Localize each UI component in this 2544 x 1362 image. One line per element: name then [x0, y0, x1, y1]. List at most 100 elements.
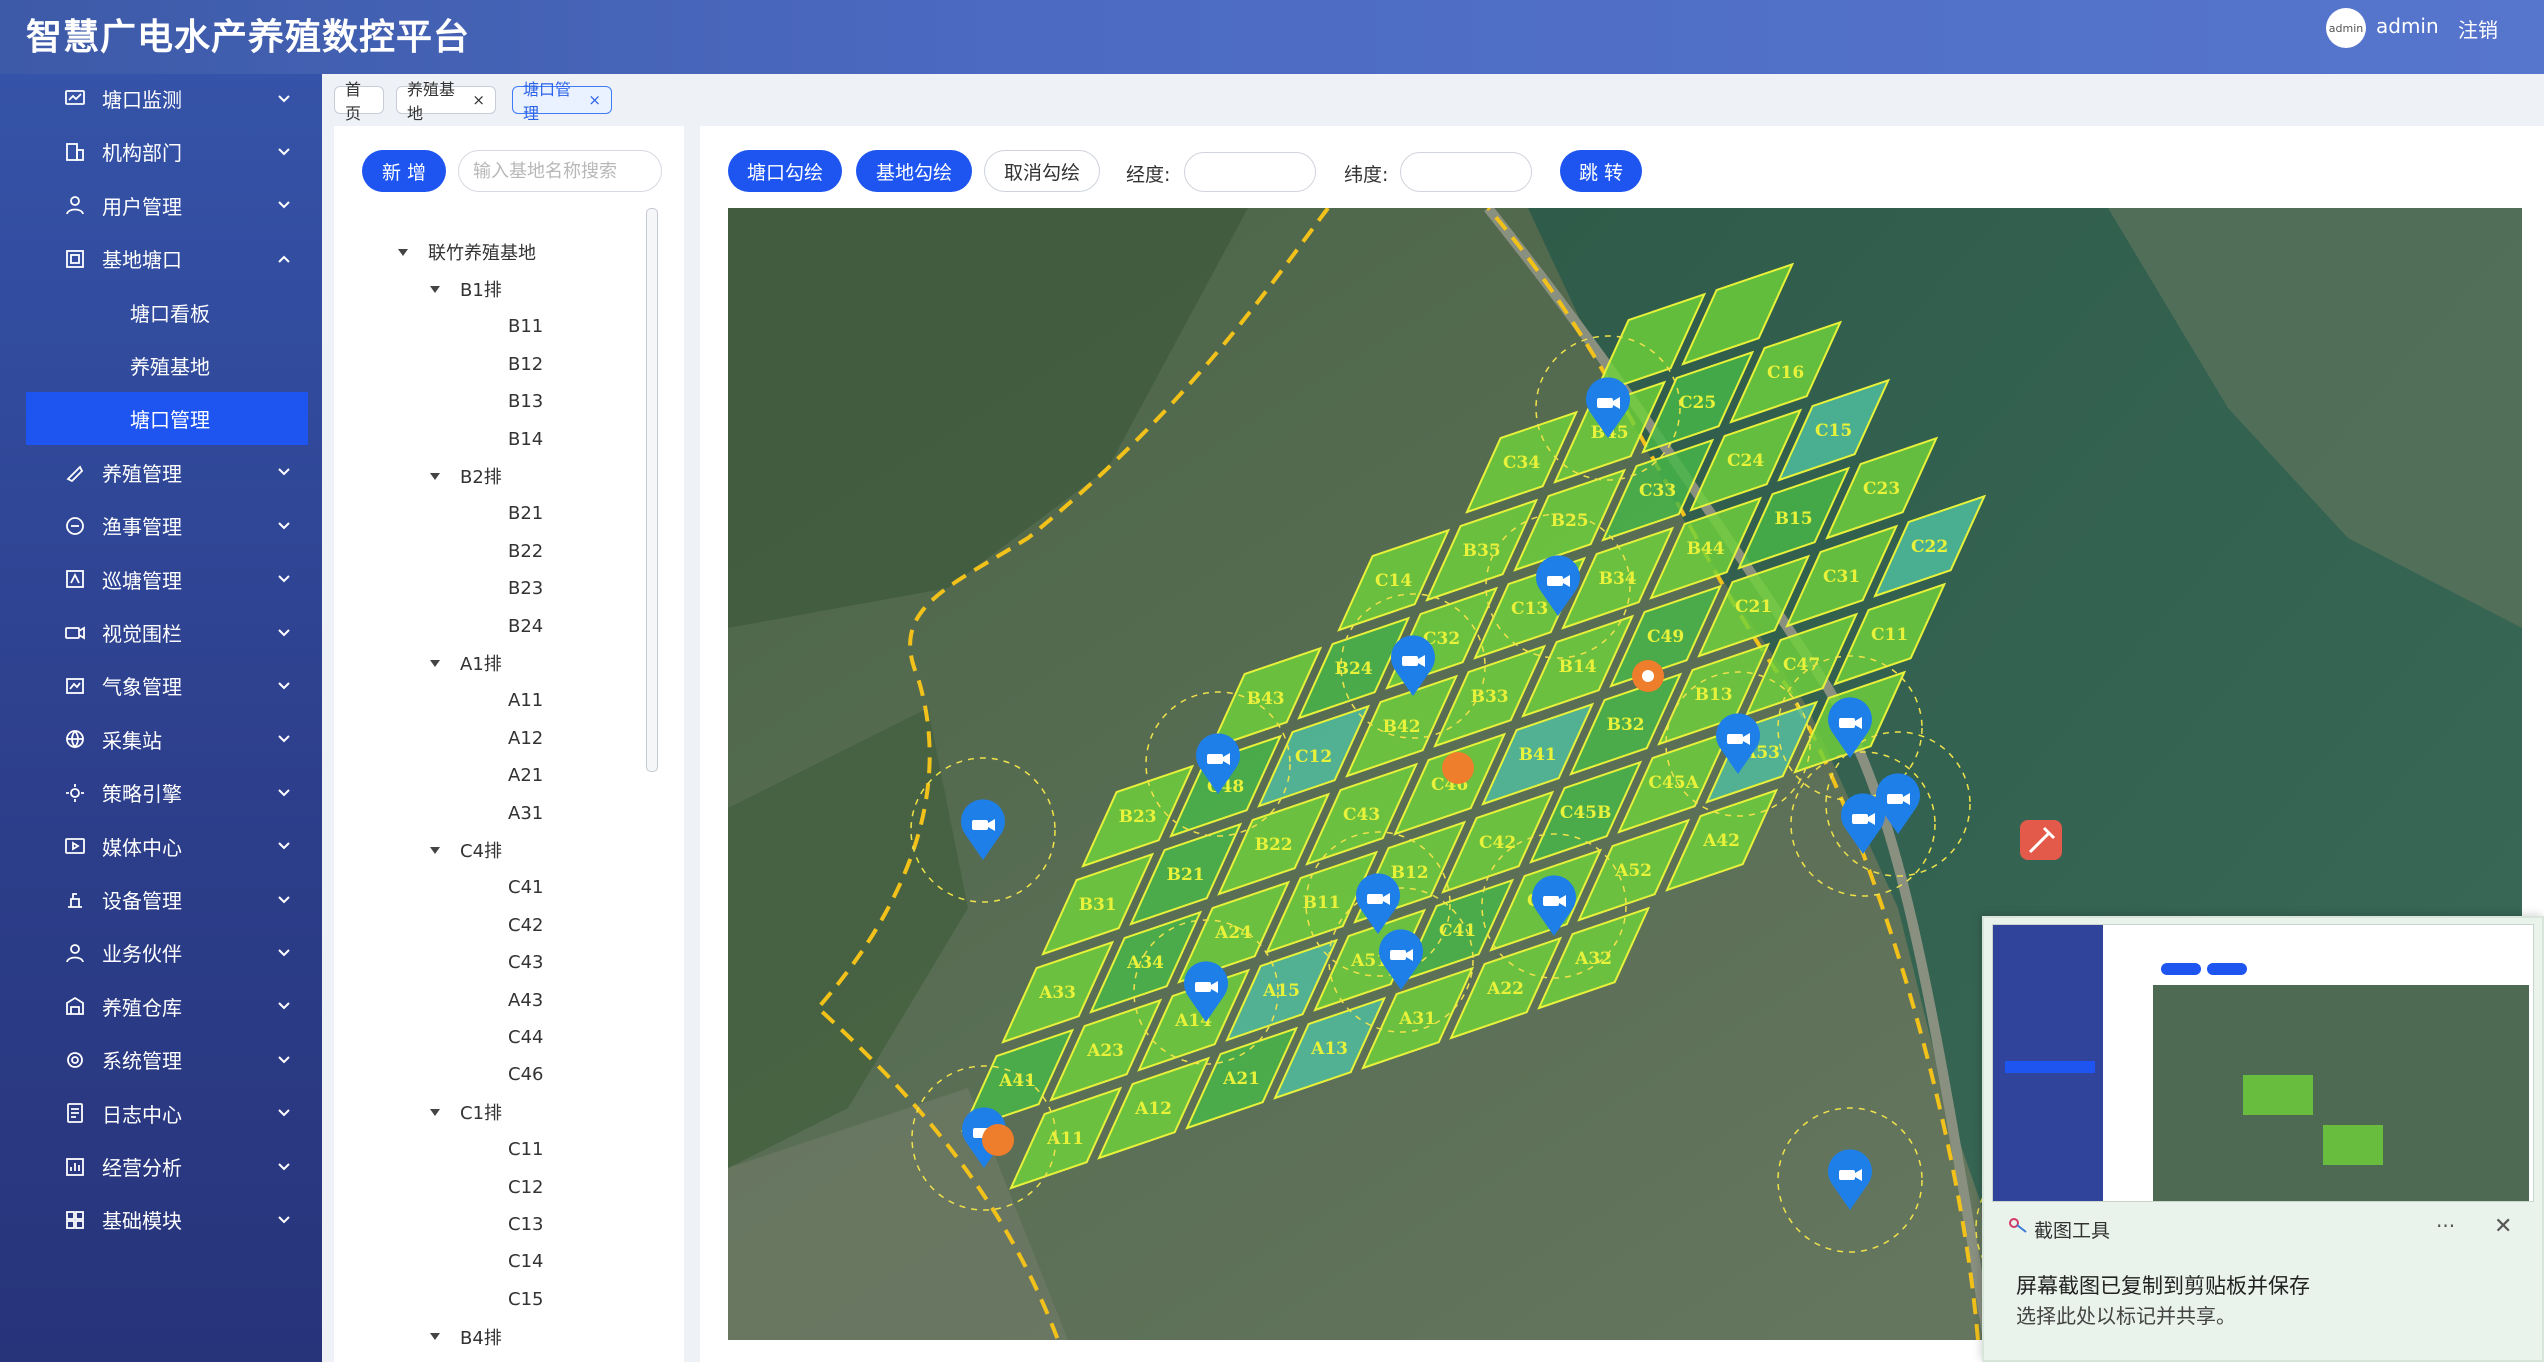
sidebar-item-5[interactable]: 养殖管理: [26, 446, 308, 499]
tree-node-leaf[interactable]: C44: [508, 1023, 543, 1051]
screenshot-thumbnail[interactable]: [1992, 924, 2534, 1202]
pond-label: C33: [1639, 481, 1676, 501]
sidebar-item-1[interactable]: 塘口监测: [26, 72, 308, 125]
tab-pond-management[interactable]: 塘口管理 ×: [512, 80, 612, 123]
pond-label: C15: [1815, 421, 1852, 441]
sidebar-item-13[interactable]: 设备管理: [26, 873, 308, 926]
tree-node-leaf[interactable]: A31: [508, 799, 543, 827]
tree-node-leaf[interactable]: C42: [508, 911, 543, 939]
sidebar-item-12[interactable]: 媒体中心: [26, 820, 308, 873]
caret-down-icon[interactable]: [430, 659, 440, 667]
username[interactable]: admin: [2376, 14, 2439, 38]
tree-node-leaf[interactable]: C41: [508, 874, 543, 902]
tree-node-label: B23: [508, 578, 544, 600]
sidebar-item-label: 业务伙伴: [102, 942, 182, 967]
pond-label: C42: [1479, 833, 1516, 853]
sidebar-item-17[interactable]: 日志中心: [26, 1087, 308, 1140]
sidebar-item-14[interactable]: 业务伙伴: [26, 926, 308, 979]
caret-down-icon[interactable]: [430, 1108, 440, 1116]
longitude-input[interactable]: [1184, 152, 1316, 192]
sidebar-item-16[interactable]: 系统管理: [26, 1033, 308, 1086]
cancel-draw-button[interactable]: 取消勾绘: [984, 150, 1100, 192]
tree-node-leaf[interactable]: A12: [508, 724, 543, 752]
sidebar-item-11[interactable]: 策略引擎: [26, 766, 308, 819]
more-options-icon[interactable]: ···: [2436, 1214, 2455, 1238]
tree-node-group[interactable]: C4排: [430, 836, 502, 864]
sidebar-item-6[interactable]: 渔事管理: [26, 499, 308, 552]
sidebar-item-7[interactable]: 巡塘管理: [26, 553, 308, 606]
close-icon[interactable]: ×: [588, 91, 601, 109]
tree-node-leaf[interactable]: C43: [508, 949, 543, 977]
tree-node-leaf[interactable]: B21: [508, 500, 543, 528]
tree-node-leaf[interactable]: B14: [508, 425, 543, 453]
close-icon[interactable]: ✕: [2494, 1214, 2512, 1239]
caret-down-icon[interactable]: [398, 248, 408, 256]
alert-marker[interactable]: [1442, 752, 1474, 784]
sidebar-item-3[interactable]: 用户管理: [26, 179, 308, 232]
pond-label: C11: [1871, 625, 1908, 645]
tree-node-leaf[interactable]: C11: [508, 1136, 543, 1164]
sidebar-item-4[interactable]: 基地塘口: [26, 232, 308, 285]
sidebar-item-10[interactable]: 采集站: [26, 713, 308, 766]
tree-node-leaf[interactable]: C12: [508, 1173, 543, 1201]
close-icon[interactable]: ×: [472, 91, 485, 109]
sidebar-item-2[interactable]: 机构部门: [26, 125, 308, 178]
alert-marker[interactable]: [1632, 660, 1664, 692]
base-draw-button[interactable]: 基地勾绘: [856, 150, 972, 192]
tree-node-label: C4排: [460, 841, 503, 863]
tree-scrollbar[interactable]: [646, 208, 658, 772]
tree-node-leaf[interactable]: B23: [508, 575, 543, 603]
longitude-label: 经度:: [1126, 164, 1171, 186]
pond-draw-button[interactable]: 塘口勾绘: [728, 150, 842, 192]
tree-node-leaf[interactable]: B13: [508, 388, 543, 416]
caret-down-icon[interactable]: [430, 1333, 440, 1341]
tree-node-group[interactable]: B1排: [430, 275, 502, 303]
tree-node-leaf[interactable]: B24: [508, 612, 543, 640]
caret-down-icon[interactable]: [430, 846, 440, 854]
sidebar-item-19[interactable]: 基础模块: [26, 1193, 308, 1246]
tree-node-leaf[interactable]: B11: [508, 313, 543, 341]
caret-down-icon[interactable]: [430, 285, 440, 293]
alert-marker[interactable]: [982, 1124, 1014, 1156]
sidebar-item-9[interactable]: 气象管理: [26, 659, 308, 712]
tree-node-group[interactable]: C1排: [430, 1098, 502, 1126]
chevron-down-icon: [274, 467, 294, 477]
tree-node-leaf[interactable]: A21: [508, 762, 543, 790]
latitude-input[interactable]: [1400, 152, 1532, 192]
tree-node-leaf[interactable]: B12: [508, 350, 543, 378]
sidebar-item-18[interactable]: 经营分析: [26, 1140, 308, 1193]
pond-label: B15: [1775, 509, 1813, 529]
tab-farming-base[interactable]: 养殖基地 ×: [396, 80, 496, 123]
tree-node-leaf[interactable]: C14: [508, 1248, 543, 1276]
sidebar-subitem-2[interactable]: 养殖基地: [26, 339, 308, 392]
sidebar-item-label: 机构部门: [102, 141, 182, 166]
sidebar-item-label: 养殖管理: [102, 461, 182, 486]
logout-link[interactable]: 注销: [2458, 14, 2498, 43]
add-button[interactable]: 新 增: [362, 150, 446, 192]
tree-node-leaf[interactable]: A43: [508, 986, 543, 1014]
tree-node-leaf[interactable]: C15: [508, 1285, 543, 1313]
tree-node-leaf[interactable]: B22: [508, 537, 543, 565]
jump-button[interactable]: 跳 转: [1560, 150, 1642, 192]
tree-node-leaf[interactable]: C13: [508, 1210, 543, 1238]
pond-label: B13: [1695, 685, 1733, 705]
sidebar-subitem-3[interactable]: 塘口管理: [26, 392, 308, 446]
tree-node-group[interactable]: B2排: [430, 462, 502, 490]
tree-node-root[interactable]: 联竹养殖基地: [398, 238, 536, 266]
tab-home[interactable]: 首页: [334, 80, 384, 123]
sidebar-item-15[interactable]: 养殖仓库: [26, 980, 308, 1033]
tree-node-group[interactable]: A1排: [430, 649, 502, 677]
base-search-input[interactable]: [458, 150, 662, 192]
sidebar-subitem-1[interactable]: 塘口看板: [26, 286, 308, 339]
edit-marker-icon[interactable]: [2020, 820, 2062, 860]
sidebar-item-label: 塘口监测: [102, 88, 182, 112]
screenshot-notification[interactable]: 截图工具 ··· ✕ 屏幕截图已复制到剪贴板并保存 选择此处以标记并共享。: [1982, 916, 2544, 1362]
tree-node-leaf[interactable]: C46: [508, 1061, 543, 1089]
tree-node-label: C44: [508, 1026, 544, 1048]
avatar[interactable]: admin: [2326, 8, 2366, 48]
caret-down-icon[interactable]: [430, 472, 440, 480]
tree-node-group[interactable]: B4排: [430, 1323, 502, 1351]
tree-node-label: C1排: [460, 1103, 503, 1125]
sidebar-item-8[interactable]: 视觉围栏: [26, 606, 308, 659]
tree-node-leaf[interactable]: A11: [508, 687, 543, 715]
